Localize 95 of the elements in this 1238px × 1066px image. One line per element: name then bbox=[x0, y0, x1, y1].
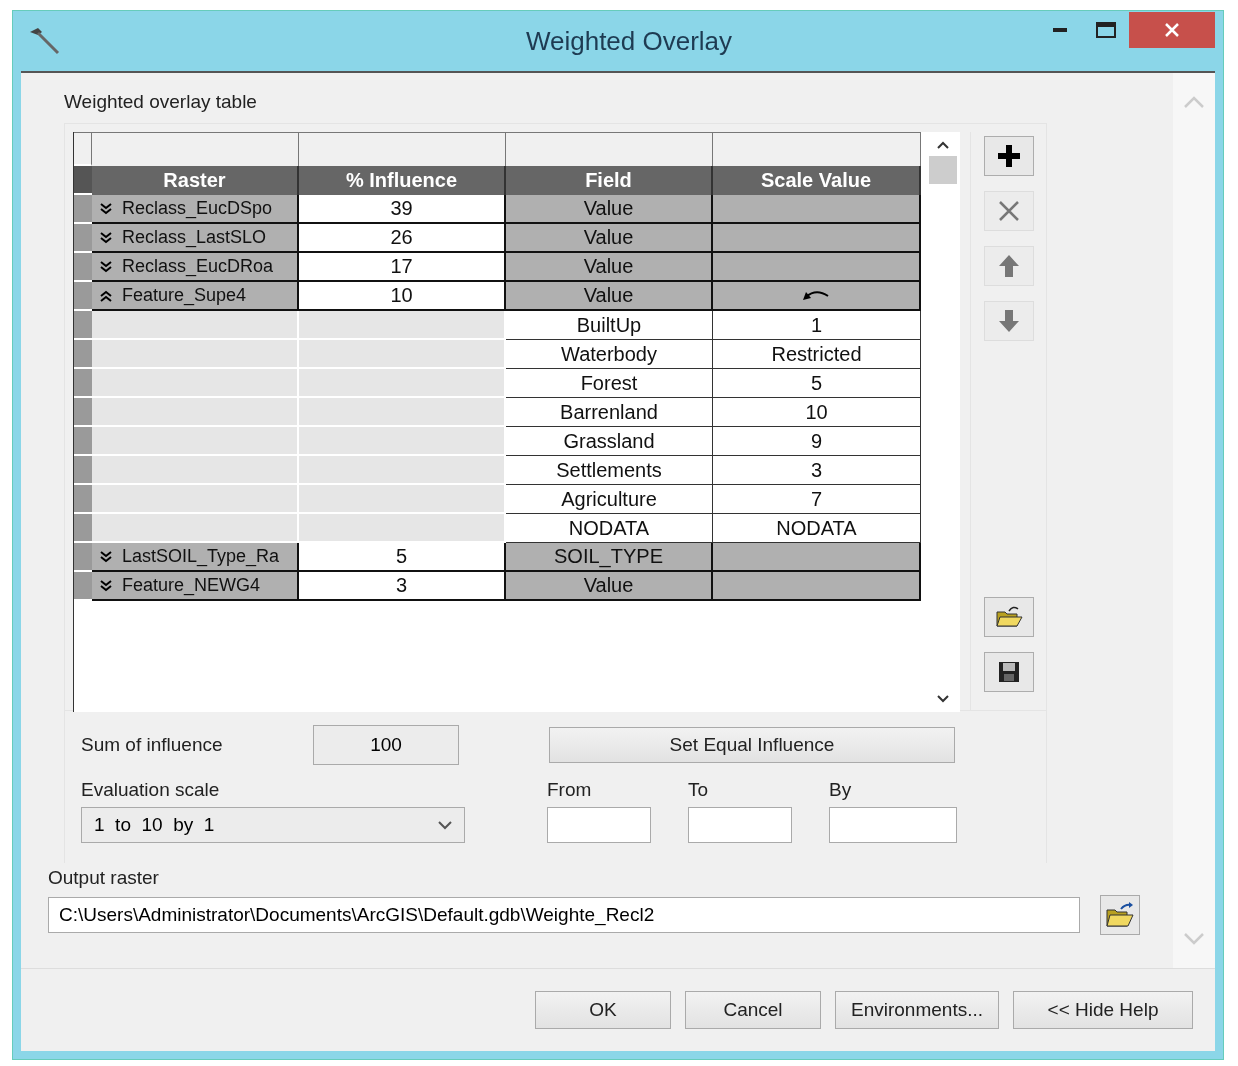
column-header: Scale Value bbox=[713, 166, 921, 195]
sum-field: 100 bbox=[313, 725, 459, 765]
scroll-thumb[interactable] bbox=[929, 156, 957, 184]
table-cell: Waterbody bbox=[506, 340, 713, 369]
table-cell: Value bbox=[506, 195, 713, 224]
plus-icon bbox=[995, 143, 1022, 169]
row-header bbox=[74, 166, 92, 195]
close-icon bbox=[1164, 22, 1180, 38]
row-header[interactable] bbox=[74, 427, 92, 456]
expand-icon[interactable] bbox=[100, 260, 112, 273]
table-cell: 17 bbox=[299, 253, 506, 282]
evaluation-label: Evaluation scale bbox=[81, 779, 221, 801]
close-button[interactable] bbox=[1129, 12, 1215, 48]
row-header[interactable] bbox=[74, 340, 92, 369]
expand-icon[interactable] bbox=[100, 579, 112, 592]
table-cell: SOIL_TYPE bbox=[506, 543, 713, 572]
folder-icon bbox=[994, 604, 1023, 630]
row-header[interactable] bbox=[74, 282, 92, 311]
undo-icon[interactable] bbox=[802, 289, 830, 302]
raster-name: Feature_Supe4 bbox=[122, 285, 247, 306]
row-header[interactable] bbox=[74, 456, 92, 485]
row-header[interactable] bbox=[74, 369, 92, 398]
table-cell: Forest bbox=[506, 369, 713, 398]
row-header[interactable] bbox=[74, 224, 92, 253]
table-cell: Restricted bbox=[713, 340, 921, 369]
table-cell: Value bbox=[506, 572, 713, 601]
browse-button[interactable] bbox=[1100, 895, 1140, 935]
expand-icon[interactable] bbox=[100, 550, 112, 563]
column-header: % Influence bbox=[299, 166, 506, 195]
row-header[interactable] bbox=[74, 311, 92, 340]
range-field[interactable] bbox=[829, 807, 957, 843]
raster-name: Reclass_EucDRoa bbox=[122, 256, 274, 277]
range-label: By bbox=[829, 779, 853, 801]
maximize-icon bbox=[1096, 22, 1116, 38]
table-cell: 5 bbox=[299, 543, 506, 572]
column-header: Field bbox=[506, 166, 713, 195]
window-title: Weighted Overlay bbox=[524, 25, 734, 57]
table-cell: Settlements bbox=[506, 456, 713, 485]
ok-button[interactable]: OK bbox=[535, 991, 671, 1029]
caret-icon bbox=[438, 820, 452, 830]
table-cell: Agriculture bbox=[506, 485, 713, 514]
minimize-icon bbox=[1053, 28, 1067, 32]
table-cell: 3 bbox=[713, 456, 921, 485]
table-cell: 9 bbox=[713, 427, 921, 456]
expand-icon[interactable] bbox=[100, 202, 112, 215]
row-header[interactable] bbox=[74, 195, 92, 224]
folder-icon bbox=[1105, 901, 1135, 929]
expand-icon[interactable] bbox=[100, 231, 112, 244]
table-cell: Value bbox=[506, 282, 713, 311]
sum-label: Sum of influence bbox=[81, 734, 224, 756]
collapse-icon[interactable] bbox=[100, 289, 112, 302]
table-cell: BuiltUp bbox=[506, 311, 713, 340]
table-cell: Grassland bbox=[506, 427, 713, 456]
environments-button[interactable]: Environments... bbox=[835, 991, 999, 1029]
output-field[interactable]: C:\Users\Administrator\Documents\ArcGIS\Default.gdb\Weighte_Recl2 bbox=[48, 897, 1080, 933]
table-cell: 5 bbox=[713, 369, 921, 398]
row-header bbox=[74, 132, 92, 166]
row-header[interactable] bbox=[74, 485, 92, 514]
row-header[interactable] bbox=[74, 543, 92, 572]
row-header[interactable] bbox=[74, 572, 92, 601]
raster-name: Reclass_EucDSpo bbox=[122, 198, 273, 219]
add-button[interactable] bbox=[983, 136, 1034, 176]
save-button[interactable] bbox=[983, 652, 1034, 692]
evaluation-dropdown[interactable]: 1 to 10 by 1 bbox=[81, 807, 465, 843]
raster-name: Reclass_LastSLO bbox=[122, 227, 267, 248]
raster-name: LastSOIL_Type_Ra bbox=[122, 546, 280, 567]
hide-help-button[interactable]: << Hide Help bbox=[1013, 991, 1193, 1029]
table-cell: NODATA bbox=[506, 514, 713, 543]
range-field[interactable] bbox=[688, 807, 792, 843]
table-cell: NODATA bbox=[713, 514, 921, 543]
row-header[interactable] bbox=[74, 398, 92, 427]
raster-name: Feature_NEWG4 bbox=[122, 575, 261, 596]
table-cell: 10 bbox=[299, 282, 506, 311]
table-cell: Barrenland bbox=[506, 398, 713, 427]
range-label: From bbox=[547, 779, 593, 801]
table-cell: 7 bbox=[713, 485, 921, 514]
set-equal-influence-button[interactable]: Set Equal Influence bbox=[549, 727, 955, 763]
table-label: Weighted overlay table bbox=[64, 91, 258, 113]
row-header[interactable] bbox=[74, 253, 92, 282]
range-field[interactable] bbox=[547, 807, 651, 843]
cancel-button[interactable]: Cancel bbox=[685, 991, 821, 1029]
output-label: Output raster bbox=[48, 867, 160, 889]
column-header: Raster bbox=[92, 166, 299, 195]
table-cell: 3 bbox=[299, 572, 506, 601]
scroll-down-icon[interactable] bbox=[937, 694, 949, 704]
range-label: To bbox=[688, 779, 710, 801]
table-cell: 10 bbox=[713, 398, 921, 427]
row-header[interactable] bbox=[74, 514, 92, 543]
table-cell: Value bbox=[506, 224, 713, 253]
table-cell: 39 bbox=[299, 195, 506, 224]
table-cell: 1 bbox=[713, 311, 921, 340]
table-cell: Value bbox=[506, 253, 713, 282]
table-cell: 26 bbox=[299, 224, 506, 253]
open-button[interactable] bbox=[983, 597, 1034, 637]
scroll-up-icon[interactable] bbox=[937, 140, 949, 150]
